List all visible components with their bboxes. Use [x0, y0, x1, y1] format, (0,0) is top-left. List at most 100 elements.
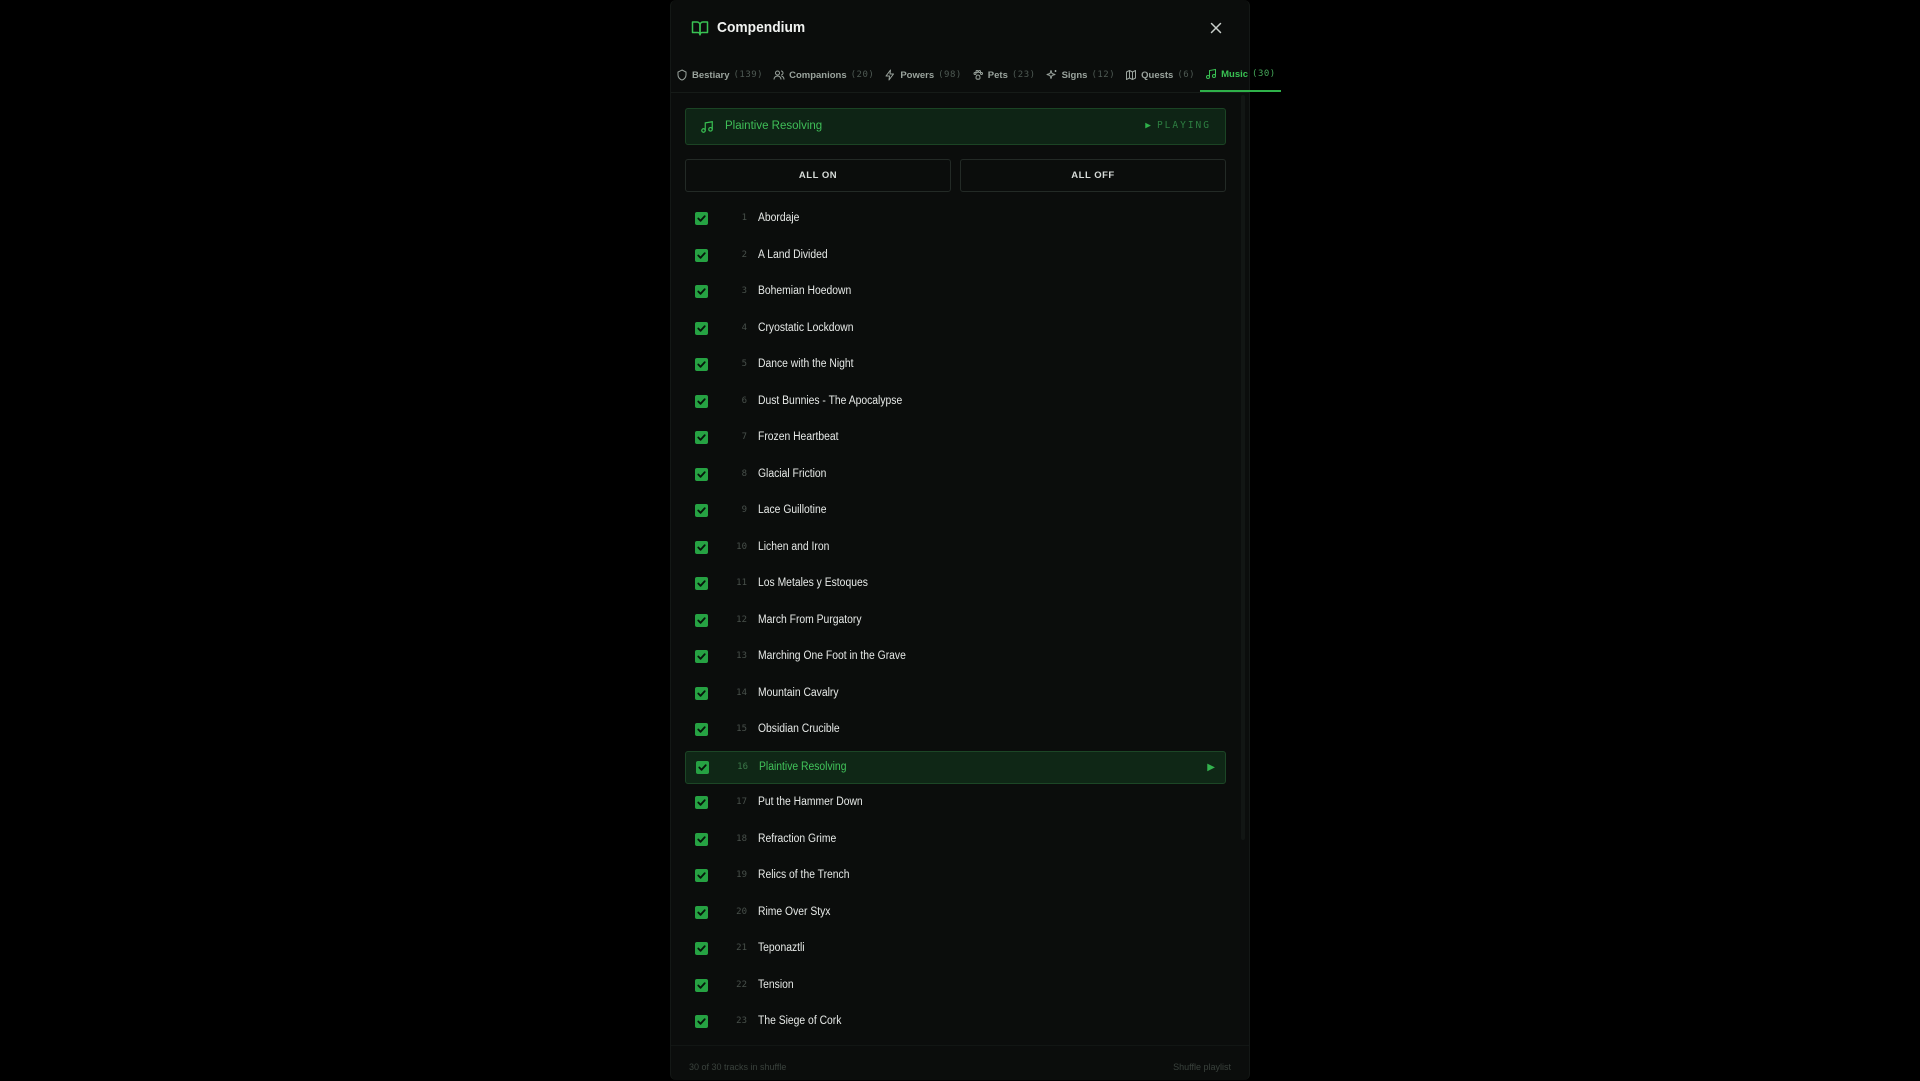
- track-checkbox[interactable]: [695, 686, 708, 700]
- all-off-button[interactable]: ALL OFF: [960, 159, 1226, 192]
- track-name: Dance with the Night: [758, 358, 854, 370]
- track-row[interactable]: 1 Abordaje: [685, 203, 1226, 236]
- tab-count: (20): [850, 70, 875, 80]
- track-row[interactable]: 7 Frozen Heartbeat: [685, 422, 1226, 455]
- tab-count: (6): [1177, 70, 1196, 80]
- track-row[interactable]: 6 Dust Bunnies - The Apocalypse: [685, 386, 1226, 419]
- tab-label: Pets: [987, 69, 1008, 81]
- track-row[interactable]: 5 Dance with the Night: [685, 349, 1226, 382]
- tab-quests[interactable]: Quests (6): [1120, 58, 1200, 92]
- track-number: 3: [741, 286, 747, 296]
- track-number: 6: [741, 395, 747, 406]
- tab-count: (98): [938, 70, 962, 80]
- check-icon: [697, 908, 706, 916]
- track-checkbox[interactable]: [695, 1015, 708, 1028]
- track-checkbox[interactable]: [695, 431, 708, 444]
- close-icon[interactable]: [1207, 19, 1225, 37]
- tab-bar: Bestiary (139) Companions (20) Powers (9…: [671, 58, 1281, 93]
- tab-label: Bestiary: [692, 69, 730, 81]
- track-number: 1: [741, 213, 747, 223]
- track-row[interactable]: 14 Mountain Cavalry: [685, 678, 1226, 711]
- track-checkbox[interactable]: [695, 613, 708, 627]
- track-checkbox[interactable]: [695, 723, 708, 736]
- track-checkbox[interactable]: [695, 540, 708, 554]
- track-checkbox[interactable]: [695, 285, 708, 298]
- track-row[interactable]: 18 Refraction Grime: [685, 824, 1226, 857]
- track-row[interactable]: 13 Marching One Foot in the Grave: [685, 641, 1226, 674]
- track-checkbox[interactable]: [695, 869, 708, 882]
- track-row[interactable]: 20 Rime Over Styx: [685, 897, 1226, 930]
- track-checkbox[interactable]: [696, 760, 709, 774]
- track-number: 7: [741, 432, 747, 442]
- check-icon: [697, 616, 706, 624]
- track-checkbox[interactable]: [695, 832, 708, 846]
- track-checkbox[interactable]: [695, 321, 708, 335]
- track-number: 9: [741, 505, 747, 515]
- check-icon: [697, 397, 706, 405]
- track-checkbox[interactable]: [695, 467, 708, 481]
- track-row[interactable]: 2 A Land Divided: [685, 240, 1226, 273]
- track-checkbox[interactable]: [695, 358, 708, 371]
- track-row[interactable]: 9 Lace Guillotine: [685, 495, 1226, 528]
- track-checkbox[interactable]: [695, 978, 708, 992]
- scrollbar[interactable]: [1241, 95, 1245, 840]
- track-row-current[interactable]: 16 Plaintive Resolving ▶: [685, 750, 1226, 784]
- track-checkbox[interactable]: [695, 905, 708, 919]
- track-name: Obsidian Crucible: [758, 723, 840, 735]
- track-row[interactable]: 15 Obsidian Crucible: [685, 714, 1226, 747]
- play-icon: ▶: [1207, 761, 1215, 773]
- shuffle-playlist-button[interactable]: Shuffle playlist: [1173, 1062, 1231, 1072]
- map-icon: [1126, 70, 1137, 80]
- tab-label: Music: [1221, 68, 1249, 80]
- track-row[interactable]: 19 Relics of the Trench: [685, 860, 1226, 893]
- check-icon: [697, 324, 706, 332]
- track-name: Tension: [758, 978, 794, 991]
- track-checkbox[interactable]: [695, 577, 708, 590]
- track-number: 5: [741, 359, 747, 369]
- track-number: 14: [736, 687, 747, 698]
- track-row[interactable]: 10 Lichen and Iron: [685, 532, 1226, 565]
- tab-companions[interactable]: Companions (20): [768, 58, 879, 92]
- track-checkbox[interactable]: [695, 796, 708, 809]
- track-row[interactable]: 11 Los Metales y Estoques: [685, 568, 1226, 601]
- track-checkbox[interactable]: [695, 248, 708, 262]
- track-row[interactable]: 3 Bohemian Hoedown: [685, 276, 1226, 309]
- track-row[interactable]: 23 The Siege of Cork: [685, 1006, 1226, 1039]
- tab-count: (23): [1011, 70, 1036, 80]
- tab-pets[interactable]: Pets (23): [967, 58, 1041, 92]
- track-row[interactable]: 8 Glacial Friction: [685, 459, 1226, 492]
- check-icon: [697, 434, 706, 441]
- check-icon: [697, 215, 706, 222]
- tab-signs[interactable]: Signs (12): [1041, 58, 1121, 92]
- track-name: Put the Hammer Down: [758, 796, 863, 808]
- music-icon: [701, 121, 713, 133]
- tab-label: Signs: [1061, 69, 1088, 81]
- tab-bestiary[interactable]: Bestiary (139): [671, 58, 768, 92]
- track-row[interactable]: 21 Teponaztli: [685, 933, 1226, 966]
- tab-music[interactable]: Music (30): [1200, 58, 1281, 92]
- play-icon: ▶: [1145, 120, 1153, 131]
- track-checkbox[interactable]: [695, 504, 708, 517]
- tab-label: Companions: [789, 69, 847, 81]
- tab-powers[interactable]: Powers (98): [879, 58, 966, 92]
- track-name: Mountain Cavalry: [758, 686, 839, 699]
- track-row[interactable]: 22 Tension: [685, 970, 1226, 1003]
- now-playing-bar[interactable]: Plaintive Resolving ▶ PLAYING: [685, 108, 1226, 145]
- track-name: March From Purgatory: [758, 613, 862, 626]
- track-number: 18: [736, 833, 747, 844]
- track-row[interactable]: 17 Put the Hammer Down: [685, 787, 1226, 820]
- all-on-button[interactable]: ALL ON: [685, 159, 951, 192]
- track-number: 15: [736, 724, 747, 734]
- book-open-icon: [691, 21, 709, 36]
- tab-label: Powers: [900, 69, 935, 81]
- track-name: Dust Bunnies - The Apocalypse: [758, 394, 903, 407]
- track-name: Los Metales y Estoques: [758, 577, 868, 589]
- track-checkbox[interactable]: [695, 942, 708, 955]
- track-checkbox[interactable]: [695, 394, 708, 408]
- panel-header: Compendium: [671, 0, 1249, 56]
- track-row[interactable]: 4 Cryostatic Lockdown: [685, 313, 1226, 346]
- track-row[interactable]: 12 March From Purgatory: [685, 605, 1226, 638]
- track-name: Lichen and Iron: [758, 540, 830, 553]
- track-checkbox[interactable]: [695, 650, 708, 663]
- track-checkbox[interactable]: [695, 212, 708, 225]
